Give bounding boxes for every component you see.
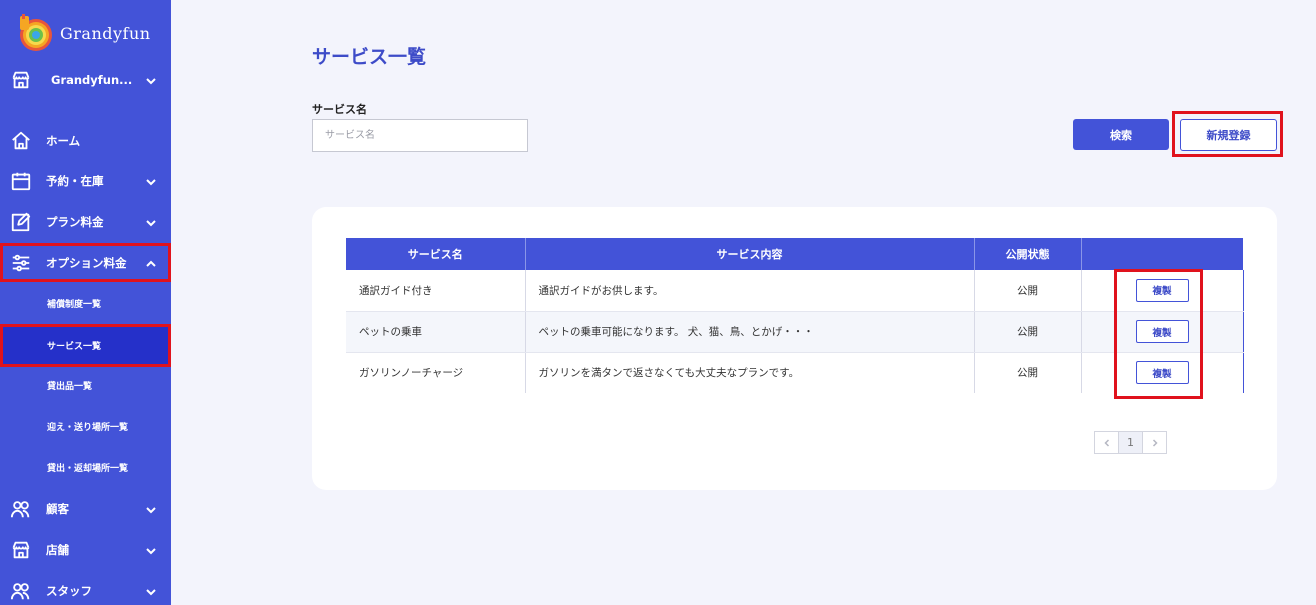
cell-status: 公開 — [974, 352, 1082, 393]
column-header-service-content[interactable]: サービス内容 — [525, 238, 975, 270]
store-selector-label: Grandyfun... — [51, 73, 133, 87]
sidebar-subitem-label: 補償制度一覧 — [47, 300, 102, 310]
staff-icon — [9, 579, 33, 603]
home-icon — [9, 129, 33, 153]
cell-actions: 複製 — [1081, 311, 1244, 353]
rainbow-logo-icon — [20, 14, 52, 51]
sidebar: Grandyfun Grandyfun... ホーム 予約・在庫 プラン料金 オ… — [0, 0, 171, 605]
table-row[interactable]: ガソリンノーチャージ ガソリンを満タンで返さなくても大丈夫なプランです。 公開 … — [346, 352, 1244, 393]
chevron-down-icon — [144, 584, 158, 598]
sidebar-subitem-label: 貸出・返却場所一覧 — [47, 464, 129, 474]
sidebar-item-stores[interactable]: 店舗 — [0, 536, 171, 564]
cell-status: 公開 — [974, 270, 1082, 312]
sidebar-subitem-pickup-locations[interactable]: 迎え・送り場所一覧 — [0, 406, 171, 446]
sliders-icon — [9, 251, 33, 275]
sidebar-subitem-rental-items[interactable]: 貸出品一覧 — [0, 365, 171, 405]
duplicate-button[interactable]: 複製 — [1135, 320, 1189, 343]
pagination-page[interactable]: 1 — [1118, 431, 1143, 454]
chevron-down-icon — [144, 502, 158, 516]
sidebar-item-staff[interactable]: スタッフ — [0, 577, 171, 605]
chevron-down-icon — [144, 174, 158, 188]
cell-actions: 複製 — [1081, 352, 1244, 393]
sidebar-item-label: 予約・在庫 — [46, 174, 104, 188]
sidebar-item-label: プラン料金 — [46, 215, 104, 229]
sidebar-item-label: オプション料金 — [46, 255, 127, 270]
chevron-up-icon — [144, 256, 158, 270]
service-name-input[interactable] — [312, 119, 528, 152]
users-icon — [9, 497, 33, 521]
sidebar-item-customers[interactable]: 顧客 — [0, 495, 171, 523]
pagination: 1 — [1094, 431, 1167, 454]
service-name-label: サービス名 — [312, 103, 367, 116]
chevron-down-icon — [144, 543, 158, 557]
column-header-service-name[interactable]: サービス名 — [346, 238, 526, 270]
pagination-prev[interactable] — [1094, 431, 1119, 454]
chevron-down-icon — [144, 215, 158, 229]
store-icon — [9, 68, 33, 92]
store-selector[interactable]: Grandyfun... — [0, 66, 171, 94]
sidebar-subitem-compensation[interactable]: 補償制度一覧 — [0, 283, 171, 323]
sidebar-subitem-services[interactable]: サービス一覧 — [0, 324, 171, 367]
sidebar-subitem-label: 貸出品一覧 — [47, 382, 93, 392]
search-button[interactable]: 検索 — [1073, 119, 1169, 150]
logo[interactable]: Grandyfun — [14, 14, 151, 52]
cell-actions: 複製 — [1081, 270, 1244, 312]
edit-icon — [9, 210, 33, 234]
sidebar-item-option-pricing[interactable]: オプション料金 — [0, 243, 171, 282]
calendar-icon — [9, 169, 33, 193]
table-row[interactable]: ペットの乗車 ペットの乗車可能になります。 犬、猫、鳥、とかげ・・・ 公開 複製 — [346, 311, 1244, 353]
sidebar-subitem-label: 迎え・送り場所一覧 — [47, 423, 129, 433]
duplicate-button[interactable]: 複製 — [1135, 361, 1189, 385]
duplicate-button[interactable]: 複製 — [1135, 278, 1189, 302]
service-table: サービス名 サービス内容 公開状態 通訳ガイド付き 通訳ガイドがお供します。 公… — [346, 238, 1244, 393]
store-icon — [9, 538, 33, 562]
app-name: Grandyfun — [60, 23, 151, 43]
table-header-row: サービス名 サービス内容 公開状態 — [346, 238, 1243, 270]
cell-service-content: ペットの乗車可能になります。 犬、猫、鳥、とかげ・・・ — [525, 311, 975, 353]
cell-service-name: ガソリンノーチャージ — [346, 352, 526, 393]
sidebar-item-home[interactable]: ホーム — [0, 127, 171, 155]
chevron-down-icon — [144, 73, 158, 87]
sidebar-item-label: ホーム — [46, 134, 81, 148]
cell-service-name: 通訳ガイド付き — [346, 270, 526, 312]
cell-status: 公開 — [974, 311, 1082, 353]
cell-service-content: ガソリンを満タンで返さなくても大丈夫なプランです。 — [525, 352, 975, 393]
chevron-left-icon — [1103, 438, 1109, 447]
sidebar-item-label: 顧客 — [46, 502, 69, 516]
page-title: サービス一覧 — [312, 46, 427, 68]
sidebar-item-label: スタッフ — [46, 584, 92, 598]
sidebar-subitem-label: サービス一覧 — [47, 342, 102, 352]
chevron-right-icon — [1152, 438, 1158, 447]
new-registration-button[interactable]: 新規登録 — [1180, 119, 1277, 151]
sidebar-item-plan-pricing[interactable]: プラン料金 — [0, 208, 171, 236]
table-row[interactable]: 通訳ガイド付き 通訳ガイドがお供します。 公開 複製 — [346, 270, 1244, 312]
column-header-actions — [1081, 238, 1243, 270]
sidebar-subitem-rental-return-locations[interactable]: 貸出・返却場所一覧 — [0, 447, 171, 487]
column-header-status[interactable]: 公開状態 — [974, 238, 1082, 270]
cell-service-content: 通訳ガイドがお供します。 — [525, 270, 975, 312]
pagination-next[interactable] — [1142, 431, 1167, 454]
sidebar-item-label: 店舗 — [46, 543, 69, 557]
cell-service-name: ペットの乗車 — [346, 311, 526, 353]
sidebar-item-reservations[interactable]: 予約・在庫 — [0, 167, 171, 195]
